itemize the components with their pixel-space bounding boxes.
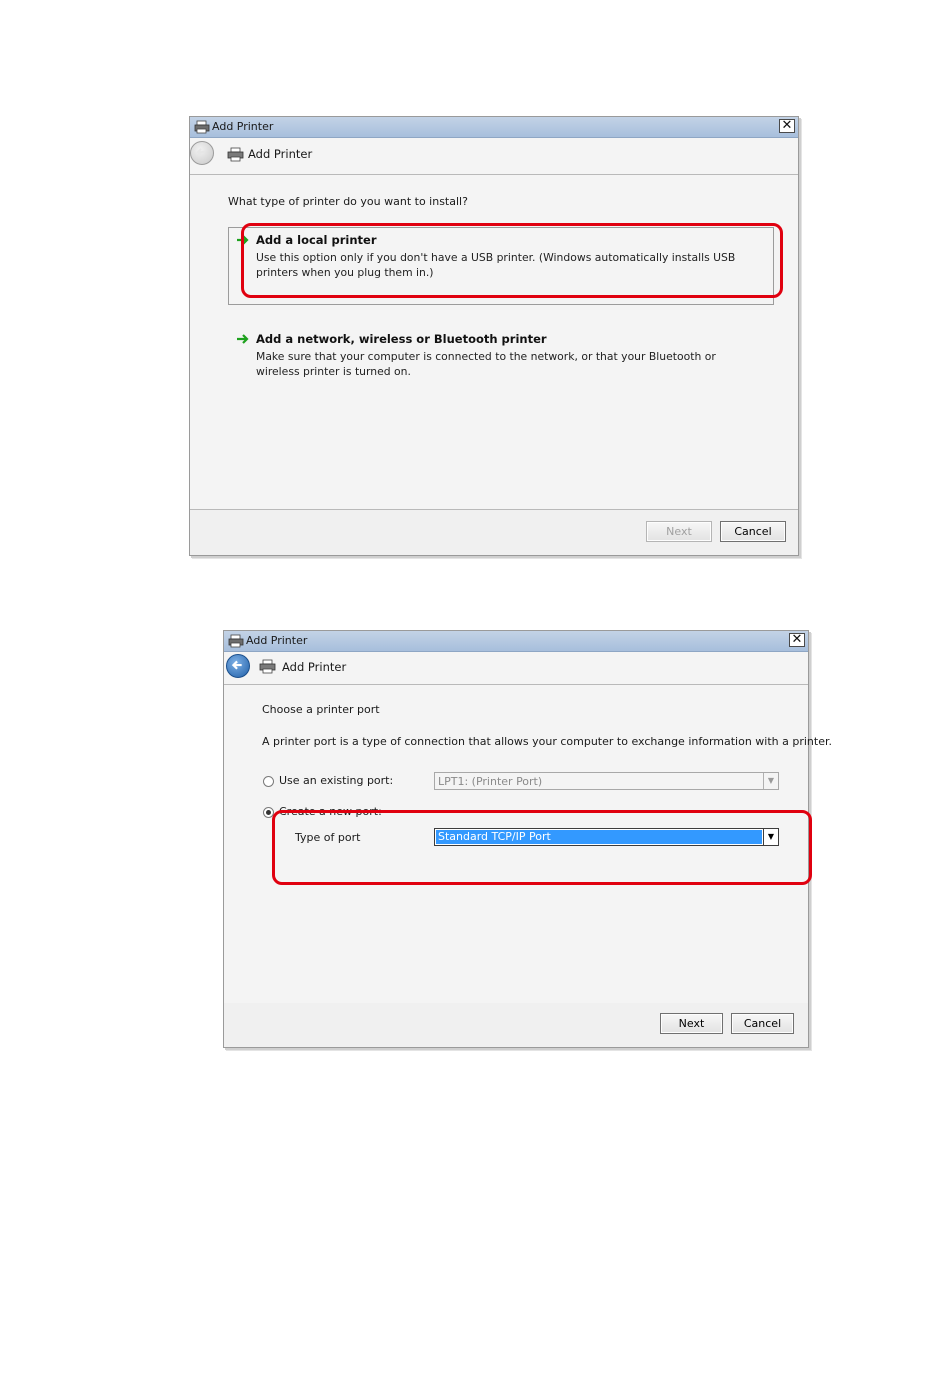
- existing-port-radio[interactable]: [263, 776, 274, 787]
- printer-icon: [228, 634, 244, 648]
- close-button[interactable]: ✕: [779, 119, 795, 133]
- green-arrow-icon: [237, 334, 249, 344]
- page-title: Add Printer: [248, 147, 313, 161]
- close-icon: ✕: [791, 632, 803, 647]
- printer-icon: [227, 147, 244, 162]
- highlight-box: [272, 810, 812, 885]
- next-button[interactable]: Next: [660, 1013, 723, 1034]
- nav-bar: Add Printer: [190, 138, 798, 170]
- title-bar: Add Printer ✕: [224, 631, 808, 652]
- existing-port-label: Use an existing port:: [279, 774, 394, 787]
- cancel-button[interactable]: Cancel: [731, 1013, 794, 1034]
- back-button[interactable]: [226, 654, 250, 678]
- cancel-button[interactable]: Cancel: [720, 521, 786, 542]
- existing-port-select[interactable]: LPT1: (Printer Port) ▼: [434, 772, 779, 790]
- footer: Next Cancel: [190, 510, 798, 555]
- next-button[interactable]: Next: [646, 521, 712, 542]
- description: A printer port is a type of connection t…: [262, 735, 832, 748]
- window-title: Add Printer: [246, 634, 308, 647]
- option-add-network-printer[interactable]: Add a network, wireless or Bluetooth pri…: [236, 332, 766, 382]
- footer: Next Cancel: [224, 1003, 808, 1047]
- close-button[interactable]: ✕: [789, 633, 805, 647]
- option-description: Make sure that your computer is connecte…: [256, 350, 716, 378]
- nav-bar: Add Printer: [224, 652, 808, 682]
- content-area: Choose a printer port A printer port is …: [224, 684, 832, 1004]
- back-button[interactable]: [190, 141, 214, 165]
- back-arrow-icon: [231, 660, 242, 670]
- back-arrow-icon: [196, 148, 205, 157]
- heading: Choose a printer port: [262, 703, 380, 716]
- close-icon: ✕: [781, 118, 793, 133]
- existing-port-value: LPT1: (Printer Port): [438, 775, 543, 788]
- page-title: Add Printer: [282, 660, 347, 674]
- add-printer-dialog-port: Add Printer ✕ Add Printer Choose a print…: [223, 630, 832, 1048]
- question-text: What type of printer do you want to inst…: [228, 195, 468, 208]
- printer-icon: [259, 659, 276, 674]
- option-title: Add a network, wireless or Bluetooth pri…: [256, 332, 547, 346]
- window-title: Add Printer: [212, 120, 274, 133]
- content-area: What type of printer do you want to inst…: [190, 174, 798, 510]
- printer-icon: [194, 120, 210, 134]
- add-printer-dialog-type: Add Printer ✕ Add Printer What type of p…: [189, 116, 799, 556]
- highlight-box: [241, 223, 783, 298]
- dropdown-arrow-icon[interactable]: ▼: [763, 773, 778, 789]
- title-bar: Add Printer ✕: [190, 117, 798, 138]
